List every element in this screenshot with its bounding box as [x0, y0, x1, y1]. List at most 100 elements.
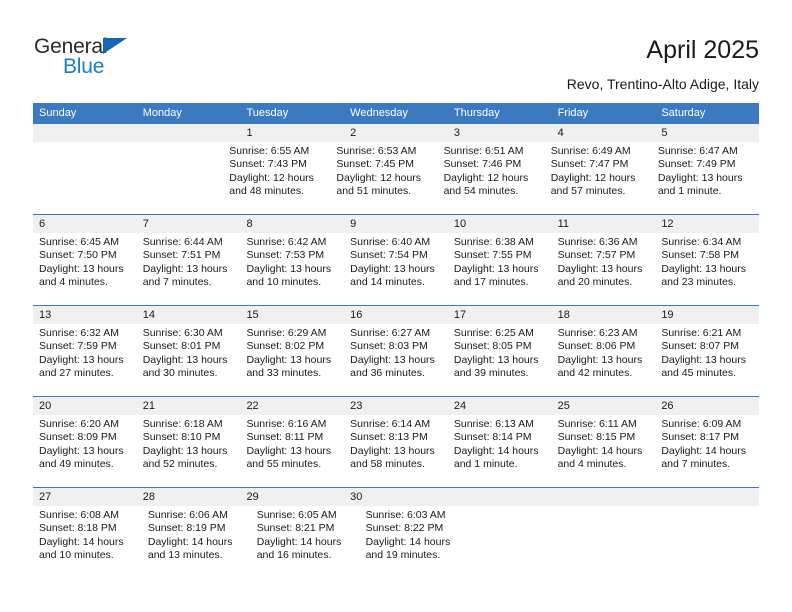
day-number[interactable]: 10: [448, 215, 552, 233]
day-info-line: Daylight: 13 hours: [350, 444, 435, 457]
day-cell[interactable]: Sunrise: 6:18 AM Sunset: 8:10 PM Daylight:…: [137, 415, 241, 487]
day-cell[interactable]: Sunrise: 6:23 AM Sunset: 8:06 PM Daylight:…: [552, 324, 656, 396]
day-cell[interactable]: Sunrise: 6:47 AM Sunset: 7:49 PM Daylight:…: [652, 142, 759, 214]
day-cell[interactable]: Sunrise: 6:16 AM Sunset: 8:11 PM Daylight:…: [240, 415, 344, 487]
day-info-line: Sunrise: 6:42 AM: [246, 236, 327, 248]
day-number[interactable]: 12: [655, 215, 759, 233]
day-cell[interactable]: Sunrise: 6:05 AM Sunset: 8:21 PM Daylight:…: [251, 506, 360, 578]
day-info-line: and 57 minutes.: [550, 184, 626, 197]
day-number[interactable]: 21: [137, 397, 241, 415]
day-cell[interactable]: Sunrise: 6:09 AM Sunset: 8:17 PM Daylight:…: [655, 415, 759, 487]
day-number[interactable]: 29: [240, 488, 344, 506]
day-number[interactable]: 11: [552, 215, 656, 233]
day-info-line: Sunrise: 6:18 AM: [142, 418, 223, 430]
day-info-line: Sunrise: 6:03 AM: [365, 509, 446, 521]
day-number[interactable]: 8: [240, 215, 344, 233]
week-detail-strip: Sunrise: 6:55 AM Sunset: 7:43 PM Daylight:…: [33, 142, 759, 214]
day-info-line: and 49 minutes.: [39, 457, 114, 470]
day-cell[interactable]: Sunrise: 6:21 AM Sunset: 8:07 PM Daylight:…: [655, 324, 759, 396]
day-info-line: Sunrise: 6:09 AM: [661, 418, 742, 430]
day-info-line: Sunrise: 6:40 AM: [350, 236, 431, 248]
day-number[interactable]: 28: [137, 488, 241, 506]
day-cell[interactable]: Sunrise: 6:11 AM Sunset: 8:15 PM Daylight:…: [552, 415, 656, 487]
day-info-line: Daylight: 14 hours: [661, 444, 746, 457]
day-number[interactable]: 17: [448, 306, 552, 324]
calendar-grid: Sunday Monday Tuesday Wednesday Thursday Frid…: [33, 103, 759, 578]
calendar-week-row: 6 7 8 9 10 11 12 Sunrise: 6:45 AM Sunset: 7:50 P…: [33, 214, 759, 305]
day-cell[interactable]: Sunrise: 6:36 AM Sunset: 7:57 PM Daylight:…: [552, 233, 656, 305]
day-number[interactable]: 26: [655, 397, 759, 415]
weekday-header-sunday: Sunday: [39, 107, 77, 119]
weekday-header-saturday: Saturday: [661, 107, 706, 119]
day-number[interactable]: 6: [33, 215, 137, 233]
week-daynumber-strip: 27 28 29 30: [33, 488, 759, 506]
day-info-line: Sunset: 8:14 PM: [453, 431, 532, 444]
day-number[interactable]: 27: [33, 488, 137, 506]
day-info-line: Sunrise: 6:13 AM: [453, 418, 534, 430]
day-cell[interactable]: Sunrise: 6:40 AM Sunset: 7:54 PM Daylight:…: [344, 233, 448, 305]
day-cell[interactable]: Sunrise: 6:44 AM Sunset: 7:51 PM Daylight:…: [137, 233, 241, 305]
calendar-week-row: 20 21 22 23 24 25 26 Sunrise: 6:20 AM Sunset: 8:…: [33, 396, 759, 487]
day-info-line: Sunrise: 6:32 AM: [39, 327, 119, 339]
day-cell[interactable]: Sunrise: 6:25 AM Sunset: 8:05 PM Daylight:…: [448, 324, 552, 396]
day-cell[interactable]: Sunrise: 6:06 AM Sunset: 8:19 PM Daylight:…: [142, 506, 251, 578]
day-cell[interactable]: Sunrise: 6:14 AM Sunset: 8:13 PM Daylight:…: [344, 415, 448, 487]
day-info-line: and 17 minutes.: [453, 275, 529, 288]
day-info-line: Sunset: 7:43 PM: [229, 158, 307, 171]
day-cell[interactable]: Sunrise: 6:42 AM Sunset: 7:53 PM Daylight:…: [240, 233, 344, 305]
day-info-line: and 55 minutes.: [246, 457, 322, 470]
day-cell[interactable]: Sunrise: 6:20 AM Sunset: 8:09 PM Daylight:…: [33, 415, 137, 487]
week-detail-strip: Sunrise: 6:45 AM Sunset: 7:50 PM Daylight:…: [33, 233, 759, 305]
day-info-line: Daylight: 12 hours: [443, 171, 529, 184]
general-blue-logo[interactable]: General Blue: [34, 36, 154, 82]
day-number[interactable]: 2: [344, 124, 448, 142]
day-cell[interactable]: Sunrise: 6:08 AM Sunset: 8:18 PM Daylight:…: [33, 506, 142, 578]
day-info-line: Sunset: 7:51 PM: [142, 249, 221, 262]
day-info-line: Sunset: 8:06 PM: [557, 340, 636, 353]
day-number[interactable]: 7: [137, 215, 241, 233]
day-info-line: Sunset: 7:46 PM: [443, 158, 522, 171]
day-number[interactable]: 25: [552, 397, 656, 415]
day-number[interactable]: 5: [655, 124, 759, 142]
day-info-line: Sunrise: 6:27 AM: [350, 327, 431, 339]
day-cell[interactable]: Sunrise: 6:03 AM Sunset: 8:22 PM Daylight:…: [360, 506, 469, 578]
day-info-line: Sunrise: 6:05 AM: [256, 509, 337, 521]
day-info-line: Sunset: 7:50 PM: [39, 249, 117, 262]
day-cell[interactable]: Sunrise: 6:27 AM Sunset: 8:03 PM Daylight:…: [344, 324, 448, 396]
day-number[interactable]: 15: [240, 306, 344, 324]
day-number[interactable]: 4: [552, 124, 656, 142]
day-info-line: and 36 minutes.: [350, 366, 425, 379]
day-cell[interactable]: Sunrise: 6:38 AM Sunset: 7:55 PM Daylight:…: [448, 233, 552, 305]
day-number[interactable]: 9: [344, 215, 448, 233]
day-cell[interactable]: Sunrise: 6:55 AM Sunset: 7:43 PM Daylight:…: [223, 142, 330, 214]
day-info-line: and 13 minutes.: [147, 548, 223, 561]
day-number[interactable]: 13: [33, 306, 137, 324]
day-number[interactable]: 24: [448, 397, 552, 415]
day-info-line: Daylight: 14 hours: [365, 535, 451, 548]
day-number[interactable]: 19: [655, 306, 759, 324]
day-info-line: Daylight: 13 hours: [246, 353, 332, 366]
day-cell[interactable]: Sunrise: 6:30 AM Sunset: 8:01 PM Daylight:…: [137, 324, 241, 396]
day-cell[interactable]: Sunrise: 6:53 AM Sunset: 7:45 PM Daylight:…: [330, 142, 437, 214]
day-cell[interactable]: Sunrise: 6:49 AM Sunset: 7:47 PM Daylight:…: [545, 142, 652, 214]
day-info-line: Sunrise: 6:49 AM: [550, 145, 631, 157]
day-cell-empty: [662, 506, 759, 578]
day-number[interactable]: 16: [344, 306, 448, 324]
day-number[interactable]: 1: [240, 124, 344, 142]
day-number[interactable]: 18: [552, 306, 656, 324]
day-number[interactable]: 3: [448, 124, 552, 142]
day-number[interactable]: 14: [137, 306, 241, 324]
day-number[interactable]: 22: [240, 397, 344, 415]
day-cell[interactable]: Sunrise: 6:45 AM Sunset: 7:50 PM Daylight:…: [33, 233, 137, 305]
day-info-line: Sunrise: 6:25 AM: [453, 327, 534, 339]
day-info-line: and 4 minutes.: [39, 275, 108, 288]
day-number[interactable]: 30: [344, 488, 448, 506]
day-cell[interactable]: Sunrise: 6:34 AM Sunset: 7:58 PM Daylight:…: [655, 233, 759, 305]
day-number[interactable]: 20: [33, 397, 137, 415]
day-number[interactable]: 23: [344, 397, 448, 415]
day-cell[interactable]: Sunrise: 6:29 AM Sunset: 8:02 PM Daylight:…: [240, 324, 344, 396]
day-cell[interactable]: Sunrise: 6:51 AM Sunset: 7:46 PM Daylight:…: [438, 142, 545, 214]
day-cell[interactable]: Sunrise: 6:32 AM Sunset: 7:59 PM Daylight:…: [33, 324, 137, 396]
day-cell[interactable]: Sunrise: 6:13 AM Sunset: 8:14 PM Daylight:…: [448, 415, 552, 487]
day-info-line: and 7 minutes.: [142, 275, 212, 288]
